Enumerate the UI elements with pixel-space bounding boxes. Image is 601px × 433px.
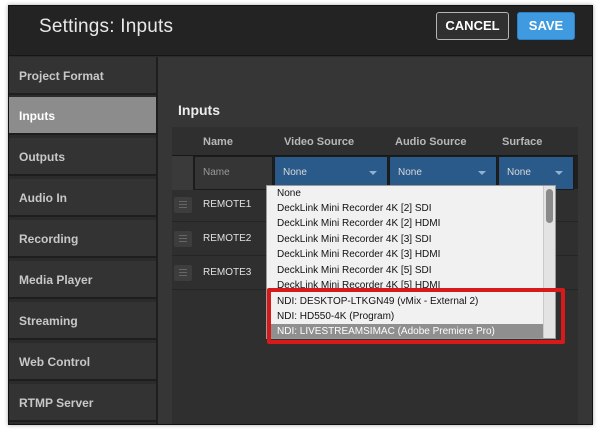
drag-handle-icon[interactable] bbox=[174, 231, 192, 247]
video-source-dropdown-list[interactable]: None DeckLink Mini Recorder 4K [2] SDI D… bbox=[266, 185, 556, 339]
drag-handle-icon bbox=[172, 156, 194, 190]
video-source-filter-value: None bbox=[283, 167, 307, 178]
sidebar-item-audio-in[interactable]: Audio In bbox=[9, 179, 156, 217]
dropdown-option[interactable]: NDI: DESKTOP-LTKGN49 (vMix - External 2) bbox=[269, 294, 551, 309]
sidebar-item-inputs[interactable]: Inputs bbox=[9, 97, 156, 135]
title-bar: Settings: Inputs CANCEL SAVE bbox=[9, 6, 592, 56]
sidebar-item-web-control[interactable]: Web Control bbox=[9, 343, 156, 381]
settings-sidebar: Project Format Inputs Outputs Audio In R… bbox=[9, 57, 156, 424]
sidebar-item-project-format[interactable]: Project Format bbox=[9, 57, 156, 95]
dropdown-option[interactable]: DeckLink Mini Recorder 4K [3] SDI bbox=[269, 232, 551, 247]
dropdown-option[interactable]: DeckLink Mini Recorder 4K [5] HDMI bbox=[269, 278, 551, 293]
row-name: REMOTE1 bbox=[203, 199, 252, 210]
column-header-audio-source: Audio Source bbox=[395, 136, 467, 148]
column-header-surface: Surface bbox=[502, 136, 543, 148]
filter-row: Name None None None bbox=[172, 155, 578, 190]
chevron-down-icon bbox=[369, 171, 377, 175]
sidebar-item-rtmp-server[interactable]: RTMP Server bbox=[9, 384, 156, 422]
audio-source-filter-value: None bbox=[398, 167, 422, 178]
drag-handle-icon[interactable] bbox=[174, 197, 192, 213]
column-header-video-source: Video Source bbox=[284, 136, 355, 148]
sidebar-item-recording[interactable]: Recording bbox=[9, 220, 156, 258]
dropdown-option[interactable]: DeckLink Mini Recorder 4K [5] SDI bbox=[269, 263, 551, 278]
drag-handle-icon[interactable] bbox=[174, 265, 192, 281]
inputs-section-title: Inputs bbox=[178, 102, 220, 118]
dropdown-option[interactable]: None bbox=[269, 186, 551, 201]
dropdown-option[interactable]: DeckLink Mini Recorder 4K [2] HDMI bbox=[269, 216, 551, 231]
cancel-button[interactable]: CANCEL bbox=[436, 12, 509, 40]
row-name: REMOTE3 bbox=[203, 267, 252, 278]
dropdown-scrollbar[interactable] bbox=[543, 186, 555, 338]
chevron-down-icon bbox=[478, 171, 486, 175]
dropdown-option[interactable]: DeckLink Mini Recorder 4K [2] SDI bbox=[269, 201, 551, 216]
scrollbar-thumb[interactable] bbox=[546, 189, 553, 223]
chevron-down-icon bbox=[555, 171, 563, 175]
dropdown-option[interactable]: DeckLink Mini Recorder 4K [3] HDMI bbox=[269, 247, 551, 262]
sidebar-item-media-player[interactable]: Media Player bbox=[9, 261, 156, 299]
sidebar-item-outputs[interactable]: Outputs bbox=[9, 138, 156, 176]
surface-filter-value: None bbox=[507, 167, 531, 178]
dropdown-option[interactable]: NDI: HD550-4K (Program) bbox=[269, 309, 551, 324]
row-name: REMOTE2 bbox=[203, 233, 252, 244]
dropdown-option-selected[interactable]: NDI: LIVESTREAMSIMAC (Adobe Premiere Pro… bbox=[269, 324, 551, 338]
save-button[interactable]: SAVE bbox=[517, 12, 575, 40]
column-header-name: Name bbox=[203, 136, 233, 148]
page-title: Settings: Inputs bbox=[39, 16, 174, 37]
sidebar-item-streaming[interactable]: Streaming bbox=[9, 302, 156, 340]
name-filter-input[interactable]: Name bbox=[194, 156, 273, 190]
